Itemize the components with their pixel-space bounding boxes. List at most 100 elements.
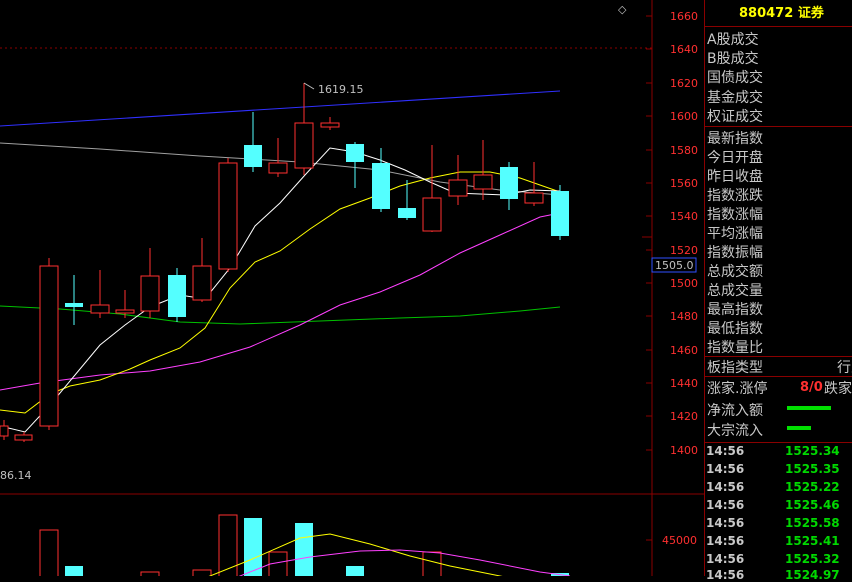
axis-tick: 1440 (646, 377, 698, 390)
volume-bar (295, 523, 313, 576)
high-label: 1619.15 (318, 83, 364, 96)
label-up-count: 涨家.涨停 (707, 381, 768, 397)
label-block-inflow: 大宗流入 (707, 423, 763, 439)
axis-label: 1400 (670, 444, 698, 457)
axis-tick: 1520 (646, 244, 698, 257)
axis-label: 1460 (670, 344, 698, 357)
tick-time: 14:56 (706, 444, 745, 458)
tick-time: 14:56 (706, 462, 745, 476)
candle-up (140, 248, 160, 318)
volume-bar (422, 551, 442, 576)
candle-down (65, 275, 83, 325)
label-volume: 总成交量 (707, 283, 763, 299)
divider (705, 442, 852, 443)
high-annotation: 1619.15 (303, 82, 364, 96)
candle-up (473, 140, 493, 200)
axis-tick: 1500 (646, 277, 698, 290)
tick-price: 1525.22 (785, 480, 840, 494)
candle-down (551, 185, 569, 240)
volume-bar (218, 514, 238, 576)
axis-label: 1600 (670, 110, 698, 123)
axis-label: 1440 (670, 377, 698, 390)
candle-down (168, 268, 186, 322)
label-b-share-volume: B股成交 (707, 51, 759, 67)
volume-bars (39, 514, 569, 576)
net-inflow-bar (787, 406, 831, 410)
label-bond-volume: 国债成交 (707, 70, 763, 86)
candle-up (448, 155, 468, 205)
block-inflow-bar (787, 426, 811, 430)
candle-up (524, 162, 544, 206)
label-low-index: 最低指数 (707, 321, 763, 337)
label-warrant-volume: 权证成交 (707, 109, 763, 125)
axis-tick: 1400 (646, 444, 698, 457)
tick-time: 14:56 (706, 480, 745, 494)
candle-down (346, 142, 364, 188)
label-board-type: 板指类型 (707, 360, 763, 376)
candle-down (244, 112, 262, 172)
label-volume-ratio: 指数量比 (707, 340, 763, 356)
price-axis: 1660 1640 1620 1600 1580 1560 1540 1520 … (646, 10, 698, 547)
axis-label: 1660 (670, 10, 698, 23)
tick-time: 14:56 (706, 498, 745, 512)
tick-price: 1525.58 (785, 516, 840, 530)
candles (0, 83, 569, 442)
axis-label: 1520 (670, 244, 698, 257)
divider (705, 376, 852, 377)
candle-down (372, 148, 390, 212)
axis-tick: 1560 (646, 177, 698, 190)
tick-price: 1525.32 (785, 552, 840, 566)
tick-time: 14:56 (706, 552, 745, 566)
candle-up (14, 432, 33, 442)
candle-up (268, 138, 288, 177)
volume-bar (65, 566, 83, 576)
info-panel: 880472 证券 A股成交 B股成交 国债成交 基金成交 权证成交 最新指数 … (704, 0, 852, 582)
axis-label: 1560 (670, 177, 698, 190)
ma5-line (0, 147, 561, 433)
divider (705, 26, 852, 27)
axis-tick: 1660 (646, 10, 698, 23)
candle-up (90, 270, 110, 318)
tick-price: 1525.35 (785, 462, 840, 476)
label-a-share-volume: A股成交 (707, 32, 759, 48)
label-index-change: 指数涨跌 (707, 188, 763, 204)
candle-up (0, 420, 9, 440)
label-amplitude: 指数振幅 (707, 245, 763, 261)
label-today-open: 今日开盘 (707, 150, 763, 166)
axis-tick: 1600 (646, 110, 698, 123)
axis-label: 1480 (670, 310, 698, 323)
divider (705, 126, 852, 127)
tick-time: 14:56 (706, 516, 745, 530)
tick-price: 1525.41 (785, 534, 840, 548)
current-price-label: 1505.0 (655, 259, 694, 272)
label-turnover: 总成交额 (707, 264, 763, 280)
label-latest-index: 最新指数 (707, 131, 763, 147)
axis-label: 1500 (670, 277, 698, 290)
axis-tick: 1480 (646, 310, 698, 323)
ma60-line (0, 305, 561, 325)
panel-title: 880472 证券 (705, 2, 852, 21)
label-high-index: 最高指数 (707, 302, 763, 318)
tick-price: 1524.97 (785, 568, 840, 582)
tick-price: 1525.34 (785, 444, 840, 458)
candle-up (422, 145, 442, 232)
axis-label: 1580 (670, 144, 698, 157)
axis-tick: 1620 (646, 77, 698, 90)
index-name: 证券 (797, 6, 824, 21)
board-type-value: 行业 (837, 360, 852, 376)
tick-price: 1525.46 (785, 498, 840, 512)
volume-bar (244, 518, 262, 576)
axis-label: 1540 (670, 210, 698, 223)
axis-label: 1620 (670, 77, 698, 90)
index-code: 880472 (739, 6, 794, 21)
volume-bar (39, 529, 59, 576)
volume-bar (346, 566, 364, 576)
settings-diamond-icon[interactable]: ◇ (618, 3, 626, 16)
axis-label: 1420 (670, 410, 698, 423)
tick-time: 14:56 (706, 534, 745, 548)
up-count-value: 8/0 (800, 380, 823, 395)
label-avg-pct: 平均涨幅 (707, 226, 763, 242)
candle-down (500, 162, 518, 210)
low-label: 86.14 (0, 469, 32, 482)
label-prev-close: 昨日收盘 (707, 169, 763, 185)
